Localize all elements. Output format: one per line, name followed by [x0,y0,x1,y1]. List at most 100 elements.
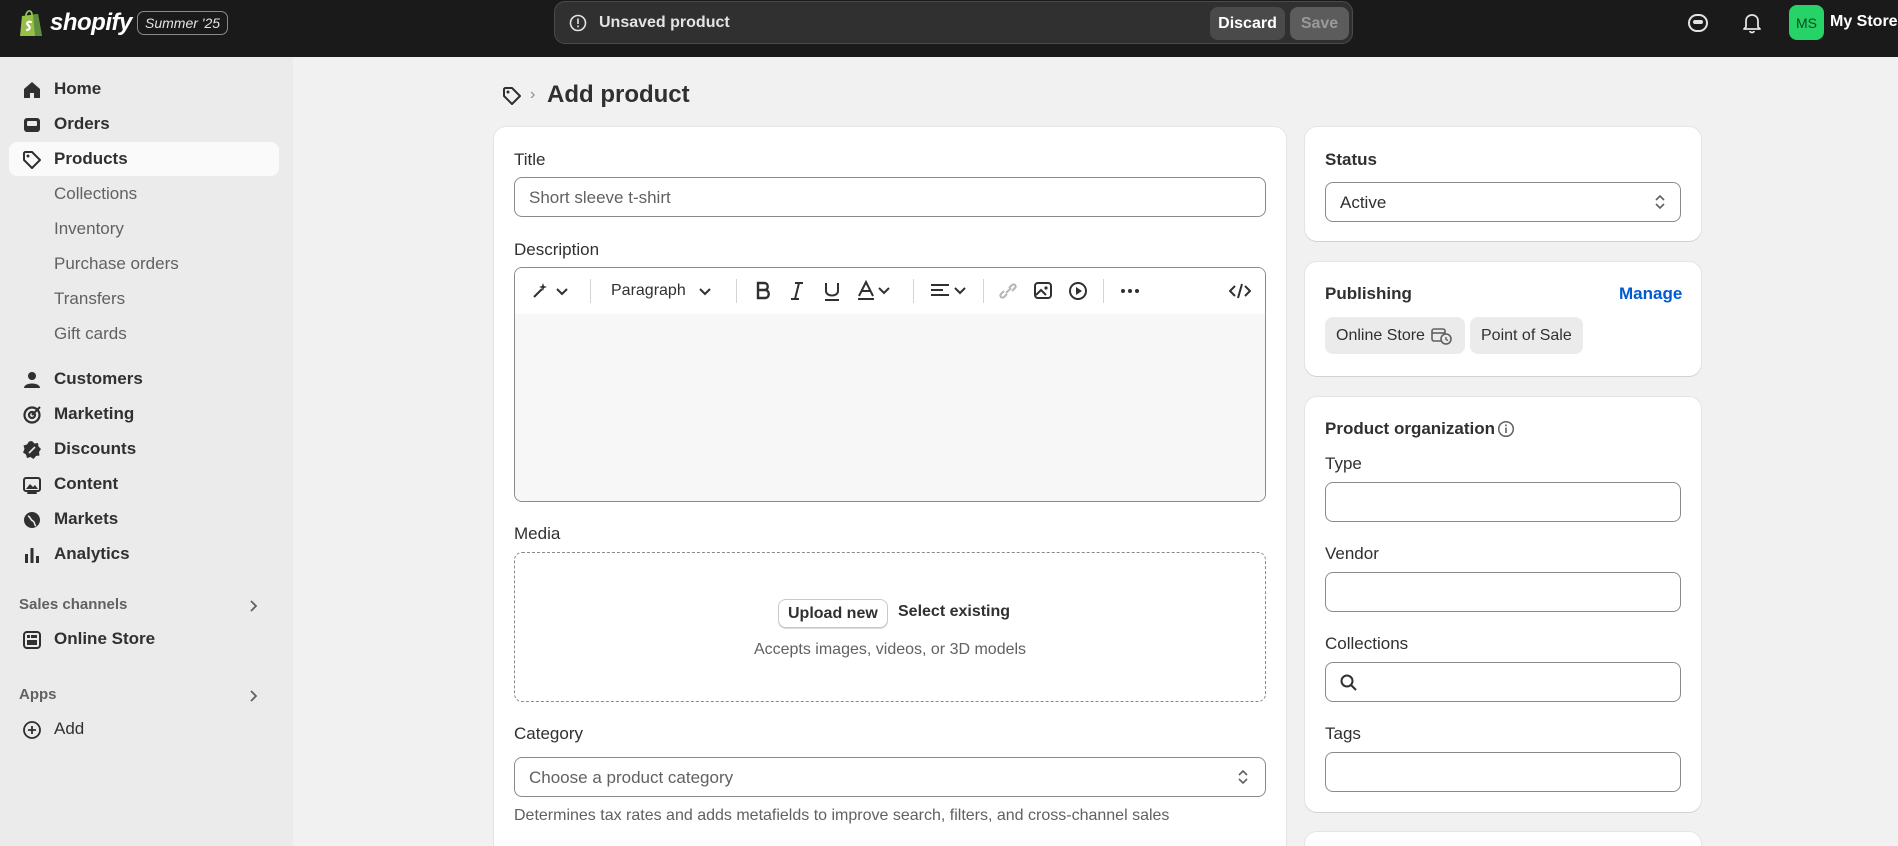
tags-label: Tags [1325,724,1361,743]
channel-label: Point of Sale [1481,326,1572,344]
sidebar-item-customers[interactable]: Customers [9,362,279,396]
text-color-button[interactable] [857,280,895,302]
sidebar-item-label: Orders [54,114,110,133]
notification-bell-icon [1743,14,1761,34]
select-arrows-icon [1238,769,1248,785]
globe-icon [24,512,40,528]
bell-icon[interactable] [1739,10,1765,36]
sidebar-item-gift-cards[interactable]: Gift cards [9,317,279,351]
store-name[interactable]: My Store [1830,13,1898,31]
sidebar-item-label: Transfers [54,289,126,308]
category-help-text: Determines tax rates and adds metafields… [514,807,1170,824]
collections-search-input[interactable] [1325,662,1681,702]
description-textarea[interactable] [515,314,1265,501]
manage-link[interactable]: Manage [1619,284,1682,304]
link-button[interactable] [998,280,1018,302]
italic-button[interactable] [788,280,806,302]
sidebar-item-purchase-orders[interactable]: Purchase orders [9,247,279,281]
sidekick-icon[interactable] [1685,10,1711,36]
bold-icon [756,281,770,300]
info-icon[interactable] [1497,420,1515,438]
shopify-logo[interactable]: shopify [18,8,132,38]
type-input[interactable] [1325,482,1681,522]
tag-icon[interactable] [502,86,522,106]
edition-badge[interactable]: Summer '25 [137,11,229,35]
sidebar-item-home[interactable]: Home [9,72,279,106]
html-source-button[interactable] [1229,280,1251,302]
publishing-label: Publishing [1325,284,1412,303]
title-input[interactable]: Short sleeve t-shirt [514,177,1266,217]
sales-channels-header[interactable]: Sales channels [19,596,127,613]
sidebar-item-markets[interactable]: Markets [9,502,279,536]
chevron-right-icon[interactable] [246,689,260,703]
discard-button[interactable]: Discard [1210,7,1285,40]
sidebar-item-discounts[interactable]: Discounts [9,432,279,466]
toolbar-divider [736,279,737,303]
sidebar-item-label: Discounts [54,439,137,458]
status-label: Status [1325,150,1377,169]
contextual-save-bar: Unsaved product Discard Save [554,1,1353,44]
status-value: Active [1340,193,1387,212]
target-icon [23,406,41,424]
media-label: Media [514,524,561,543]
unsaved-message: Unsaved product [599,14,730,31]
sidebar-item-orders[interactable]: Orders [9,107,279,141]
insert-image-button[interactable] [1033,280,1053,302]
breadcrumb-separator: › [530,86,536,103]
sidebar-item-transfers[interactable]: Transfers [9,282,279,316]
sidebar-item-label: Inventory [54,219,124,238]
sidebar-item-products[interactable]: Products [9,142,279,176]
home-icon [24,82,40,98]
text-color-icon [858,280,890,300]
channel-online-store[interactable]: Online Store [1325,317,1465,354]
sidebar-item-label: Marketing [54,404,135,423]
person-icon [24,372,40,388]
sidebar-item-add-app[interactable]: Add [9,712,279,746]
underline-button[interactable] [822,280,842,302]
italic-icon [791,282,803,300]
select-existing-button[interactable]: Select existing [898,603,1010,621]
vendor-input[interactable] [1325,572,1681,612]
sidebar-item-label: Markets [54,509,119,528]
more-horizontal-icon [1121,289,1139,293]
vendor-label: Vendor [1325,544,1379,563]
chevron-right-icon[interactable] [246,599,260,613]
sidebar-item-analytics[interactable]: Analytics [9,537,279,571]
sidebar-item-collections[interactable]: Collections [9,177,279,211]
tags-input[interactable] [1325,752,1681,792]
sidebar-item-label: Gift cards [54,324,127,343]
plus-circle-icon [23,721,41,739]
category-placeholder: Choose a product category [529,768,734,787]
apps-header[interactable]: Apps [19,686,57,703]
select-arrows-icon [1655,194,1665,210]
sidebar-item-online-store[interactable]: Online Store [9,622,279,656]
sidebar-item-label: Purchase orders [54,254,179,273]
avatar[interactable]: MS [1789,5,1824,40]
sidebar-item-label: Content [54,474,119,493]
category-select[interactable]: Choose a product category [514,757,1266,797]
inbox-icon [24,118,40,132]
sidebar-item-label: Add [54,719,85,738]
align-button[interactable] [929,280,969,302]
sidebar-item-inventory[interactable]: Inventory [9,212,279,246]
next-card [1305,832,1701,846]
align-left-icon [931,284,966,296]
sidebar-item-marketing[interactable]: Marketing [9,397,279,431]
page-title: Add product [547,81,690,108]
upload-new-button[interactable]: Upload new [778,599,888,628]
media-dropzone[interactable]: Upload new Select existing Accepts image… [514,552,1266,702]
alert-circle-icon [569,14,587,32]
ai-magic-button[interactable] [531,280,571,302]
channel-point-of-sale[interactable]: Point of Sale [1470,317,1583,354]
discount-icon [23,441,41,459]
more-options-button[interactable] [1119,280,1141,302]
save-button[interactable]: Save [1290,7,1349,40]
insert-video-button[interactable] [1068,280,1088,302]
paragraph-format-select[interactable]: Paragraph [611,280,716,302]
bold-button[interactable] [753,280,773,302]
top-bar: shopify Summer '25 Unsaved product Disca… [0,0,1898,57]
sidebar-item-content[interactable]: Content [9,467,279,501]
status-select[interactable]: Active [1325,182,1681,222]
sidebar-item-label: Collections [54,184,138,203]
calendar-clock-icon [1431,327,1452,345]
